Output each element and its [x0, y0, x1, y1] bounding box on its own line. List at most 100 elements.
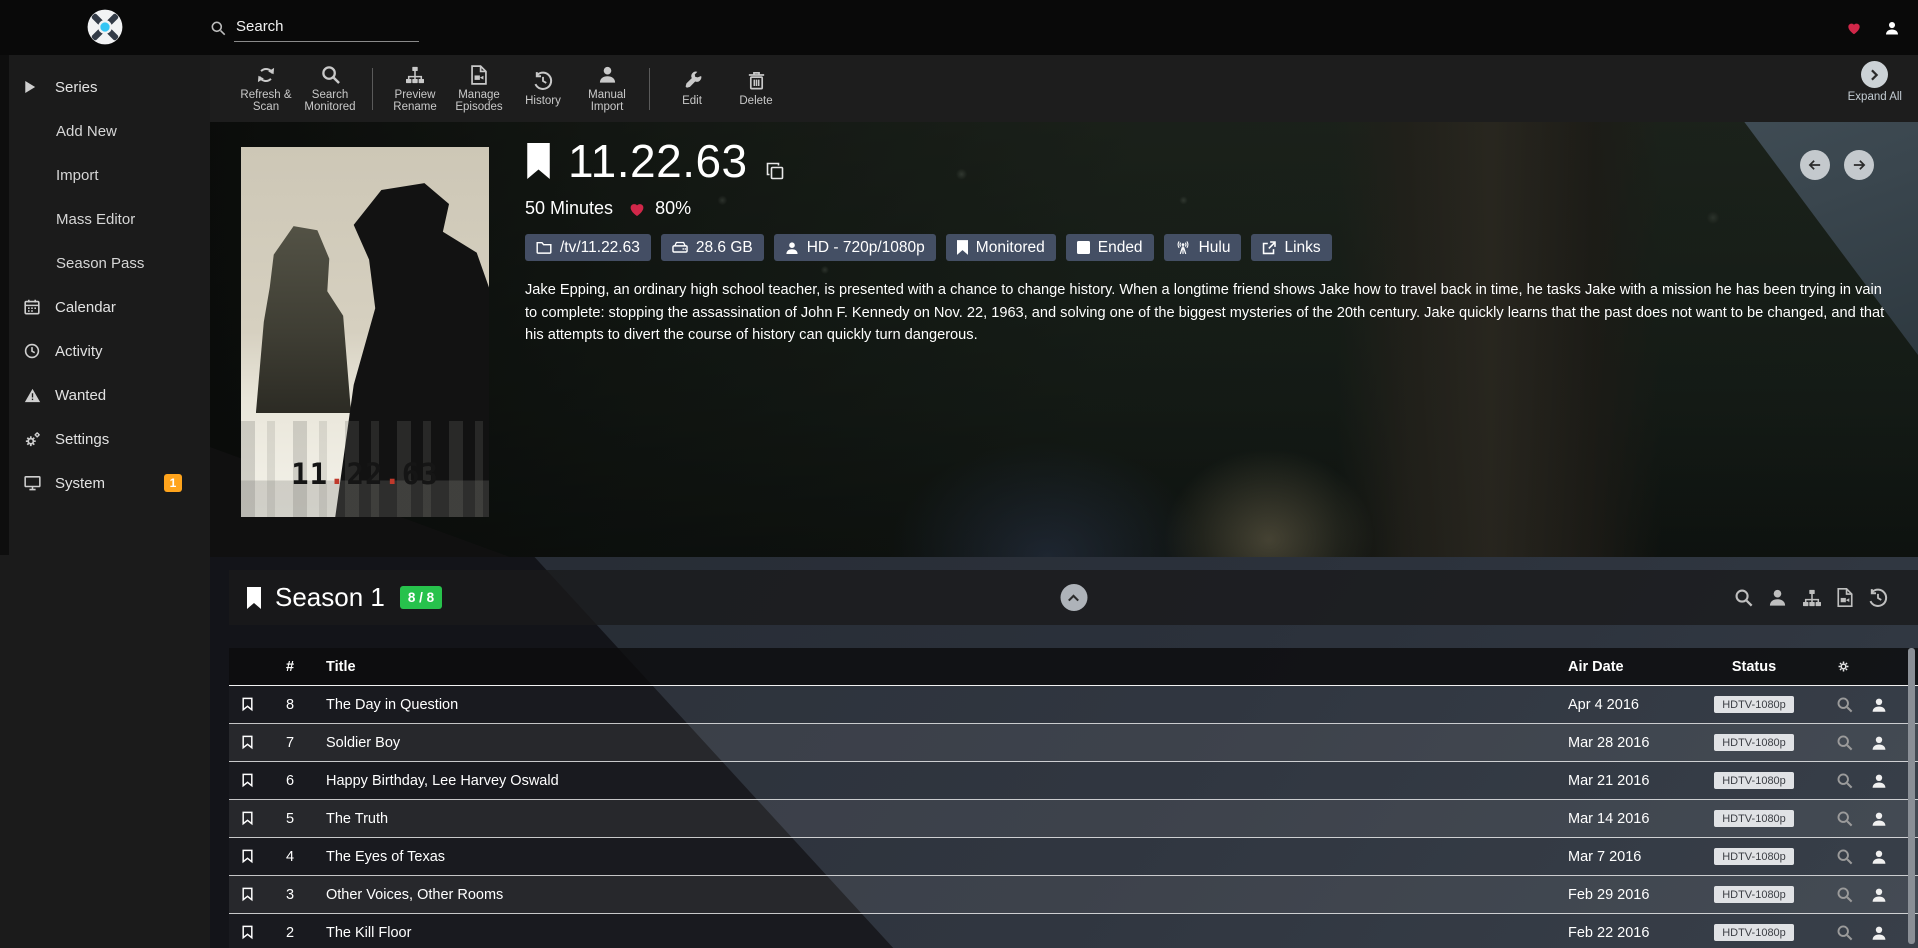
size-badge[interactable]: 28.6 GB: [661, 234, 764, 261]
episode-interactive-search-icon[interactable]: [1871, 849, 1887, 865]
column-header-air-date[interactable]: Air Date: [1568, 659, 1700, 675]
broadcast-tower-icon: [1175, 240, 1191, 255]
quality-profile-badge[interactable]: HD - 720p/1080p: [774, 234, 936, 261]
sonarr-logo-icon[interactable]: [86, 8, 124, 46]
episode-title[interactable]: The Eyes of Texas: [326, 849, 1568, 865]
sidebar-item-mass-editor[interactable]: Mass Editor: [0, 197, 210, 241]
refresh-icon: [256, 64, 276, 86]
season-search-icon[interactable]: [1734, 588, 1753, 607]
search-monitored-button[interactable]: Search Monitored: [299, 64, 361, 114]
episode-table-header: # Title Air Date Status: [229, 648, 1918, 686]
donate-heart-icon[interactable]: [1846, 20, 1862, 35]
monitored-bookmark-icon[interactable]: [525, 143, 552, 179]
episode-interactive-search-icon[interactable]: [1871, 887, 1887, 903]
table-options-gear-icon[interactable]: [1808, 659, 1912, 674]
episode-monitored-icon[interactable]: [242, 697, 280, 712]
episode-monitored-icon[interactable]: [242, 849, 280, 864]
episode-row[interactable]: 4 The Eyes of Texas Mar 7 2016 HDTV-1080…: [229, 838, 1918, 876]
episode-row[interactable]: 7 Soldier Boy Mar 28 2016 HDTV-1080p: [229, 724, 1918, 762]
episode-search-icon[interactable]: [1836, 810, 1853, 827]
sidebar-item-activity[interactable]: Activity: [0, 329, 210, 373]
sidebar-scrollbar[interactable]: [0, 55, 9, 555]
global-search: [210, 14, 419, 42]
edit-button[interactable]: Edit: [661, 70, 723, 108]
episode-search-icon[interactable]: [1836, 734, 1853, 751]
episode-quality-badge: HDTV-1080p: [1714, 848, 1794, 865]
episode-monitored-icon[interactable]: [242, 811, 280, 826]
episode-interactive-search-icon[interactable]: [1871, 773, 1887, 789]
season-header-bar[interactable]: Season 1 8 / 8: [229, 570, 1918, 625]
person-icon: [785, 241, 799, 255]
sidebar-item-season-pass[interactable]: Season Pass: [0, 241, 210, 285]
sidebar-item-settings[interactable]: Settings: [0, 417, 210, 461]
episode-search-icon[interactable]: [1836, 924, 1853, 941]
episode-air-date: Mar 7 2016: [1568, 849, 1700, 865]
refresh-scan-button[interactable]: Refresh & Scan: [235, 64, 297, 114]
sidebar-item-label: Wanted: [55, 387, 106, 404]
column-header-status[interactable]: Status: [1700, 659, 1808, 675]
episode-title[interactable]: Happy Birthday, Lee Harvey Oswald: [326, 773, 1568, 789]
manage-episodes-button[interactable]: Manage Episodes: [448, 64, 510, 114]
history-button[interactable]: History: [512, 70, 574, 108]
episode-title[interactable]: Soldier Boy: [326, 735, 1568, 751]
links-badge[interactable]: Links: [1251, 234, 1331, 261]
toolbar-button-label: Preview Rename: [384, 89, 446, 114]
episode-interactive-search-icon[interactable]: [1871, 697, 1887, 713]
episode-monitored-icon[interactable]: [242, 925, 280, 940]
episode-interactive-search-icon[interactable]: [1871, 735, 1887, 751]
episode-monitored-icon[interactable]: [242, 773, 280, 788]
next-series-button[interactable]: [1844, 150, 1874, 180]
series-toolbar: Refresh & Scan Search Monitored Preview …: [210, 55, 1918, 122]
sidebar-item-label: Season Pass: [56, 255, 144, 272]
sidebar-item-label: Import: [56, 167, 99, 184]
sidebar-item-add-new[interactable]: Add New: [0, 109, 210, 153]
season-rename-icon[interactable]: [1802, 589, 1822, 607]
season-monitored-bookmark-icon[interactable]: [246, 587, 262, 609]
network-badge[interactable]: Hulu: [1164, 234, 1242, 261]
episode-search-icon[interactable]: [1836, 696, 1853, 713]
expand-all-label: Expand All: [1848, 91, 1902, 103]
episode-row[interactable]: 2 The Kill Floor Feb 22 2016 HDTV-1080p: [229, 914, 1918, 948]
column-header-number[interactable]: #: [280, 659, 326, 675]
copy-icon[interactable]: [766, 162, 784, 180]
episode-row[interactable]: 8 The Day in Question Apr 4 2016 HDTV-10…: [229, 686, 1918, 724]
episode-row[interactable]: 3 Other Voices, Other Rooms Feb 29 2016 …: [229, 876, 1918, 914]
episode-row[interactable]: 6 Happy Birthday, Lee Harvey Oswald Mar …: [229, 762, 1918, 800]
user-icon[interactable]: [1884, 20, 1900, 36]
toolbar-button-label: Edit: [682, 95, 702, 108]
episode-monitored-icon[interactable]: [242, 887, 280, 902]
preview-rename-button[interactable]: Preview Rename: [384, 64, 446, 114]
sidebar-item-label: Series: [55, 79, 98, 96]
episode-interactive-search-icon[interactable]: [1871, 811, 1887, 827]
episode-search-icon[interactable]: [1836, 886, 1853, 903]
collapse-season-button[interactable]: [1060, 584, 1087, 611]
path-badge[interactable]: /tv/11.22.63: [525, 234, 651, 261]
episode-title[interactable]: The Day in Question: [326, 697, 1568, 713]
episode-monitored-icon[interactable]: [242, 735, 280, 750]
episode-title[interactable]: The Truth: [326, 811, 1568, 827]
episode-search-icon[interactable]: [1836, 848, 1853, 865]
season-interactive-search-icon[interactable]: [1768, 588, 1787, 607]
episode-interactive-search-icon[interactable]: [1871, 925, 1887, 941]
monitored-badge[interactable]: Monitored: [946, 234, 1056, 261]
season-history-icon[interactable]: [1868, 588, 1888, 608]
series-navigation: [1800, 150, 1874, 180]
episode-title[interactable]: Other Voices, Other Rooms: [326, 887, 1568, 903]
table-scrollbar[interactable]: [1908, 648, 1915, 944]
sidebar-item-system[interactable]: System 1: [0, 461, 210, 505]
sidebar-item-calendar[interactable]: Calendar: [0, 285, 210, 329]
sidebar-item-import[interactable]: Import: [0, 153, 210, 197]
status-badge[interactable]: Ended: [1066, 234, 1154, 261]
manual-import-button[interactable]: Manual Import: [576, 64, 638, 114]
episode-title[interactable]: The Kill Floor: [326, 925, 1568, 941]
episode-search-icon[interactable]: [1836, 772, 1853, 789]
previous-series-button[interactable]: [1800, 150, 1830, 180]
expand-all-button[interactable]: Expand All: [1848, 61, 1902, 103]
search-input[interactable]: [234, 14, 419, 42]
sidebar-item-wanted[interactable]: Wanted: [0, 373, 210, 417]
episode-row[interactable]: 5 The Truth Mar 14 2016 HDTV-1080p: [229, 800, 1918, 838]
column-header-title[interactable]: Title: [326, 659, 1568, 675]
sidebar-item-series[interactable]: Series: [0, 65, 210, 109]
season-file-icon[interactable]: [1837, 588, 1853, 607]
delete-button[interactable]: Delete: [725, 70, 787, 108]
